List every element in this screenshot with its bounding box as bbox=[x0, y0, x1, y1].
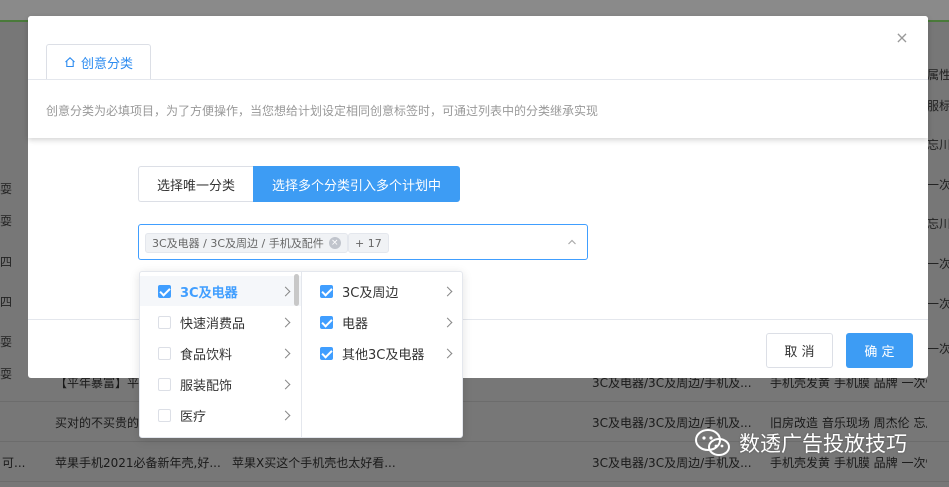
modal-header: 创意分类 × 创意分类为必填项目，为了方便操作，当您想给计划设定相同创意标签时，… bbox=[28, 16, 928, 138]
cascader-option[interactable]: 电器 bbox=[302, 307, 462, 337]
multi-category-button[interactable]: 选择多个分类引入多个计划中 bbox=[253, 166, 461, 202]
checkbox[interactable] bbox=[158, 284, 171, 298]
chevron-right-icon bbox=[280, 379, 291, 389]
right-cell: 属性 bbox=[927, 68, 949, 82]
option-label: 快速消费品 bbox=[180, 316, 246, 332]
right-cell: 忘川修 bbox=[927, 138, 949, 152]
cascader-menu-level2: 3C及周边 电器 其他3C及电器 bbox=[302, 272, 462, 437]
option-label: 医疗 bbox=[180, 409, 207, 425]
cascader-option[interactable]: 医疗 bbox=[140, 400, 301, 430]
option-label: 电器 bbox=[342, 316, 369, 332]
tag-label: 3C及电器 / 3C及周边 / 手机及配件 bbox=[152, 237, 324, 250]
left-cell: 耍 bbox=[0, 182, 13, 196]
left-cell: 耍 bbox=[0, 214, 13, 228]
right-cell: 服标签 bbox=[927, 99, 949, 113]
chevron-right-icon bbox=[280, 348, 291, 358]
selected-tag: 3C及电器 / 3C及周边 / 手机及配件 × bbox=[145, 233, 348, 253]
tab-creative-category[interactable]: 创意分类 bbox=[46, 44, 151, 80]
option-label: 其他3C及电器 bbox=[342, 347, 425, 363]
checkbox[interactable] bbox=[320, 315, 333, 329]
cascader-menu-level1: 3C及电器 快速消费品 食品饮料 服装配饰 医疗 bbox=[140, 272, 302, 437]
cascader-option[interactable]: 3C及周边 bbox=[302, 276, 462, 306]
tab-divider bbox=[28, 79, 928, 80]
checkbox[interactable] bbox=[320, 346, 333, 360]
watermark-text: 数透广告投放技巧 bbox=[739, 432, 907, 456]
cell: 苹果手机2021必备新年壳,好... bbox=[55, 456, 221, 470]
checkbox[interactable] bbox=[158, 408, 171, 422]
ok-button[interactable]: 确 定 bbox=[846, 333, 913, 368]
right-cell: 一次性 bbox=[927, 342, 949, 356]
more-tag: + 17 bbox=[348, 233, 389, 253]
option-label: 服装配饰 bbox=[180, 378, 233, 394]
chevron-right-icon bbox=[442, 286, 453, 296]
watermark: 数透广告投放技巧 bbox=[695, 428, 907, 458]
checkbox[interactable] bbox=[158, 346, 171, 360]
chevron-right-icon bbox=[280, 317, 291, 327]
option-label: 食品饮料 bbox=[180, 347, 233, 363]
chevron-right-icon bbox=[442, 317, 453, 327]
chevron-right-icon bbox=[442, 348, 453, 358]
checkbox[interactable] bbox=[158, 377, 171, 391]
single-category-button[interactable]: 选择唯一分类 bbox=[138, 166, 254, 202]
left-cell: 四 bbox=[0, 255, 13, 269]
option-label: 3C及电器 bbox=[180, 285, 238, 301]
right-cell: 一次性 bbox=[927, 297, 949, 311]
chevron-right-icon bbox=[280, 410, 291, 420]
cascader-option[interactable]: 快速消费品 bbox=[140, 307, 301, 337]
close-icon[interactable]: × bbox=[894, 30, 910, 46]
chevron-right-icon bbox=[280, 286, 291, 296]
right-cell: 忘川修 bbox=[927, 217, 949, 231]
left-cell: 耍 bbox=[0, 335, 13, 349]
cell: 苹果X买这个手机壳也太好看... bbox=[232, 456, 396, 470]
wechat-icon bbox=[695, 429, 730, 456]
option-label: 3C及周边 bbox=[342, 285, 399, 301]
checkbox[interactable] bbox=[158, 315, 171, 329]
category-cascader[interactable]: 3C及电器 / 3C及周边 / 手机及配件 × + 17 bbox=[138, 224, 588, 260]
cell: 可... bbox=[2, 456, 26, 470]
cascader-option[interactable]: 3C及电器 bbox=[140, 276, 301, 306]
chevron-up-icon[interactable] bbox=[567, 237, 577, 247]
cascader-dropdown: 3C及电器 快速消费品 食品饮料 服装配饰 医疗 3C及周边 电器 其他3C及电… bbox=[139, 271, 463, 438]
right-cell: 一次性 bbox=[927, 257, 949, 271]
checkbox[interactable] bbox=[320, 284, 333, 298]
tab-label: 创意分类 bbox=[80, 56, 133, 72]
hint-text: 创意分类为必填项目，为了方便操作，当您想给计划设定相同创意标签时，可通过列表中的… bbox=[46, 104, 599, 118]
tag-close-icon[interactable]: × bbox=[328, 237, 341, 249]
cascader-option[interactable]: 食品饮料 bbox=[140, 338, 301, 368]
right-cell: 一次性 bbox=[927, 178, 949, 192]
home-icon bbox=[65, 57, 75, 68]
cancel-button[interactable]: 取 消 bbox=[766, 333, 833, 368]
more-count: + 17 bbox=[355, 236, 382, 250]
mode-segment: 选择唯一分类 选择多个分类引入多个计划中 bbox=[138, 166, 461, 202]
left-cell: 四 bbox=[0, 295, 13, 309]
scrollbar[interactable] bbox=[294, 274, 299, 306]
cascader-option[interactable]: 其他3C及电器 bbox=[302, 338, 462, 368]
cascader-option[interactable]: 服装配饰 bbox=[140, 369, 301, 399]
